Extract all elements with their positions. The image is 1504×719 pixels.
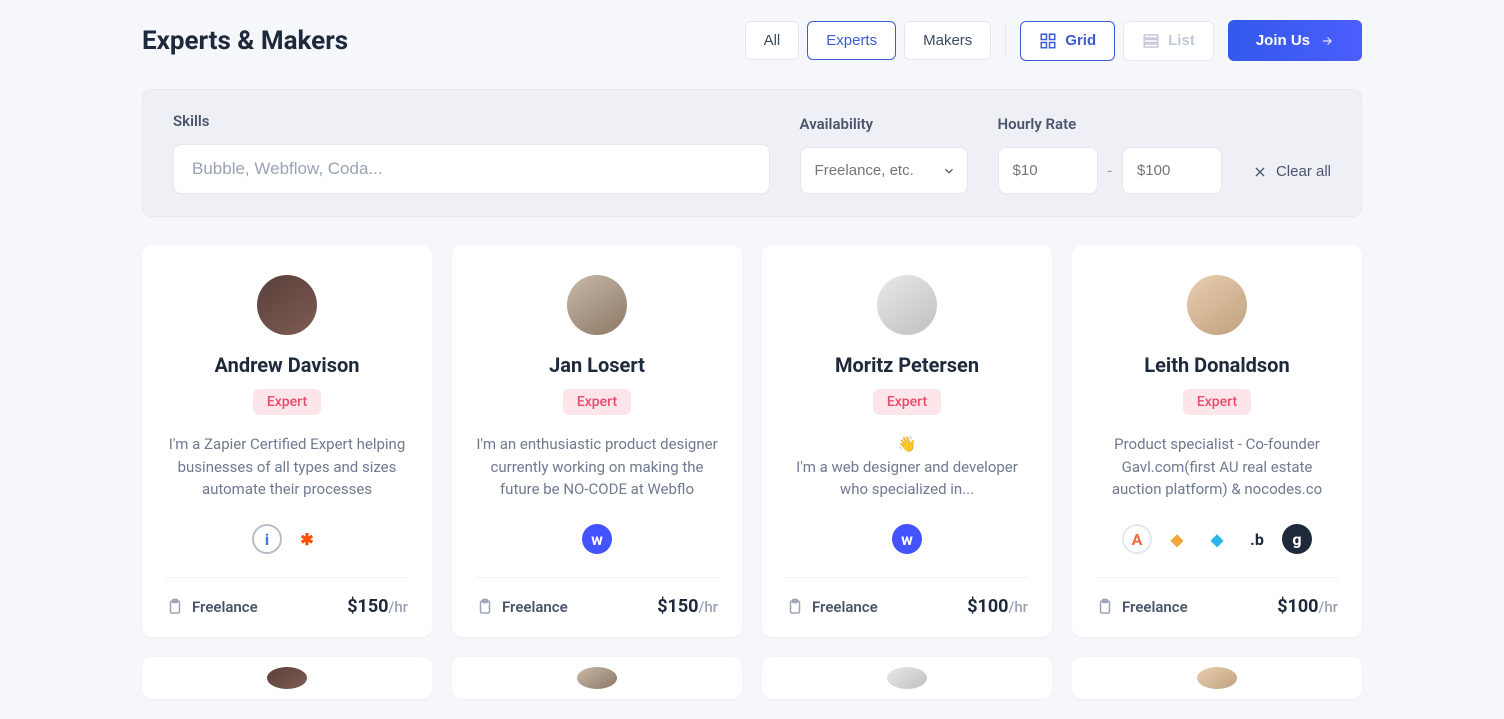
expert-card[interactable]: Leith Donaldson Expert Product specialist … bbox=[1072, 245, 1362, 637]
arrow-right-icon bbox=[1320, 34, 1334, 48]
webflow-icon: w bbox=[582, 524, 612, 554]
tool-icon-1: A bbox=[1122, 524, 1152, 554]
tab-all[interactable]: All bbox=[745, 21, 800, 60]
clipboard-icon bbox=[786, 598, 804, 616]
person-name: Andrew Davison bbox=[215, 353, 360, 377]
clipboard-icon bbox=[1096, 598, 1114, 616]
filter-bar: Skills Availability Hourly Rate - Clear … bbox=[142, 89, 1362, 217]
avatar bbox=[1187, 275, 1247, 335]
list-icon bbox=[1142, 32, 1160, 50]
tab-experts[interactable]: Experts bbox=[807, 21, 896, 60]
integromat-icon: i bbox=[252, 524, 282, 554]
bio-text: Product specialist - Co-founder Gavl.com… bbox=[1096, 433, 1338, 501]
bio-text: I'm an enthusiastic product designer cur… bbox=[476, 433, 718, 501]
page-title: Experts & Makers bbox=[142, 26, 348, 56]
hourly-rate: $150/hr bbox=[347, 596, 408, 617]
hourly-rate: $100/hr bbox=[967, 596, 1028, 617]
close-icon bbox=[1252, 164, 1268, 180]
separator bbox=[1005, 25, 1006, 57]
role-badge: Expert bbox=[563, 389, 631, 415]
view-list-button[interactable]: List bbox=[1123, 21, 1214, 61]
tool-row: w bbox=[892, 523, 922, 555]
cards-grid: Andrew Davison Expert I'm a Zapier Certifi… bbox=[142, 245, 1362, 637]
rate-max-input[interactable] bbox=[1122, 147, 1222, 194]
card-footer: Freelance $150/hr bbox=[166, 577, 408, 617]
avatar bbox=[577, 667, 617, 689]
role-badge: Expert bbox=[253, 389, 321, 415]
avatar bbox=[887, 667, 927, 689]
clear-all-label: Clear all bbox=[1276, 163, 1331, 180]
availability-label: Availability bbox=[800, 115, 968, 133]
grid-icon bbox=[1039, 32, 1057, 50]
view-grid-label: Grid bbox=[1065, 32, 1096, 49]
join-us-label: Join Us bbox=[1256, 32, 1310, 49]
availability-select[interactable] bbox=[800, 147, 968, 194]
bio-text: 👋 I'm a web designer and developer who s… bbox=[786, 433, 1028, 501]
view-list-label: List bbox=[1168, 32, 1195, 49]
avatar bbox=[567, 275, 627, 335]
zapier-icon: ✱ bbox=[292, 524, 322, 554]
rate-label: Hourly Rate bbox=[998, 115, 1222, 133]
clipboard-icon bbox=[476, 598, 494, 616]
availability-tag: Freelance bbox=[476, 598, 568, 616]
tool-row: w bbox=[582, 523, 612, 555]
availability-tag: Freelance bbox=[786, 598, 878, 616]
type-tabs: All Experts Makers bbox=[745, 21, 992, 60]
skills-input[interactable] bbox=[173, 144, 770, 194]
avatar bbox=[877, 275, 937, 335]
rate-dash: - bbox=[1108, 161, 1112, 180]
avatar bbox=[267, 667, 307, 689]
tool-icon-2: ◆ bbox=[1162, 524, 1192, 554]
role-badge: Expert bbox=[873, 389, 941, 415]
card-footer: Freelance $150/hr bbox=[476, 577, 718, 617]
avatar bbox=[257, 275, 317, 335]
expert-card[interactable]: Andrew Davison Expert I'm a Zapier Certifi… bbox=[142, 245, 432, 637]
person-name: Jan Losert bbox=[549, 353, 645, 377]
avatar bbox=[1197, 667, 1237, 689]
availability-tag: Freelance bbox=[166, 598, 258, 616]
tool-icon-3: ◆ bbox=[1202, 524, 1232, 554]
expert-card[interactable]: Jan Losert Expert I'm an enthusiastic prod… bbox=[452, 245, 742, 637]
rate-min-input[interactable] bbox=[998, 147, 1098, 194]
tool-row: i✱ bbox=[252, 523, 322, 555]
bio-text: I'm a Zapier Certified Expert helping bu… bbox=[166, 433, 408, 501]
tab-makers[interactable]: Makers bbox=[904, 21, 991, 60]
clear-all-button[interactable]: Clear all bbox=[1252, 163, 1331, 194]
hourly-rate: $100/hr bbox=[1277, 596, 1338, 617]
view-grid-button[interactable]: Grid bbox=[1020, 21, 1115, 61]
expert-card[interactable]: Moritz Petersen Expert 👋 I'm a web designe… bbox=[762, 245, 1052, 637]
card-footer: Freelance $100/hr bbox=[786, 577, 1028, 617]
person-name: Leith Donaldson bbox=[1144, 353, 1289, 377]
role-badge: Expert bbox=[1183, 389, 1251, 415]
view-toggle: Grid List bbox=[1020, 21, 1214, 61]
person-name: Moritz Petersen bbox=[835, 353, 979, 377]
tool-icon-5: g bbox=[1282, 524, 1312, 554]
availability-tag: Freelance bbox=[1096, 598, 1188, 616]
tool-row: A ◆ ◆ .b g bbox=[1122, 523, 1312, 555]
card-footer: Freelance $100/hr bbox=[1096, 577, 1338, 617]
join-us-button[interactable]: Join Us bbox=[1228, 20, 1362, 61]
hourly-rate: $150/hr bbox=[657, 596, 718, 617]
tool-icon-4: .b bbox=[1242, 524, 1272, 554]
clipboard-icon bbox=[166, 598, 184, 616]
skills-label: Skills bbox=[173, 112, 770, 130]
webflow-icon: w bbox=[892, 524, 922, 554]
